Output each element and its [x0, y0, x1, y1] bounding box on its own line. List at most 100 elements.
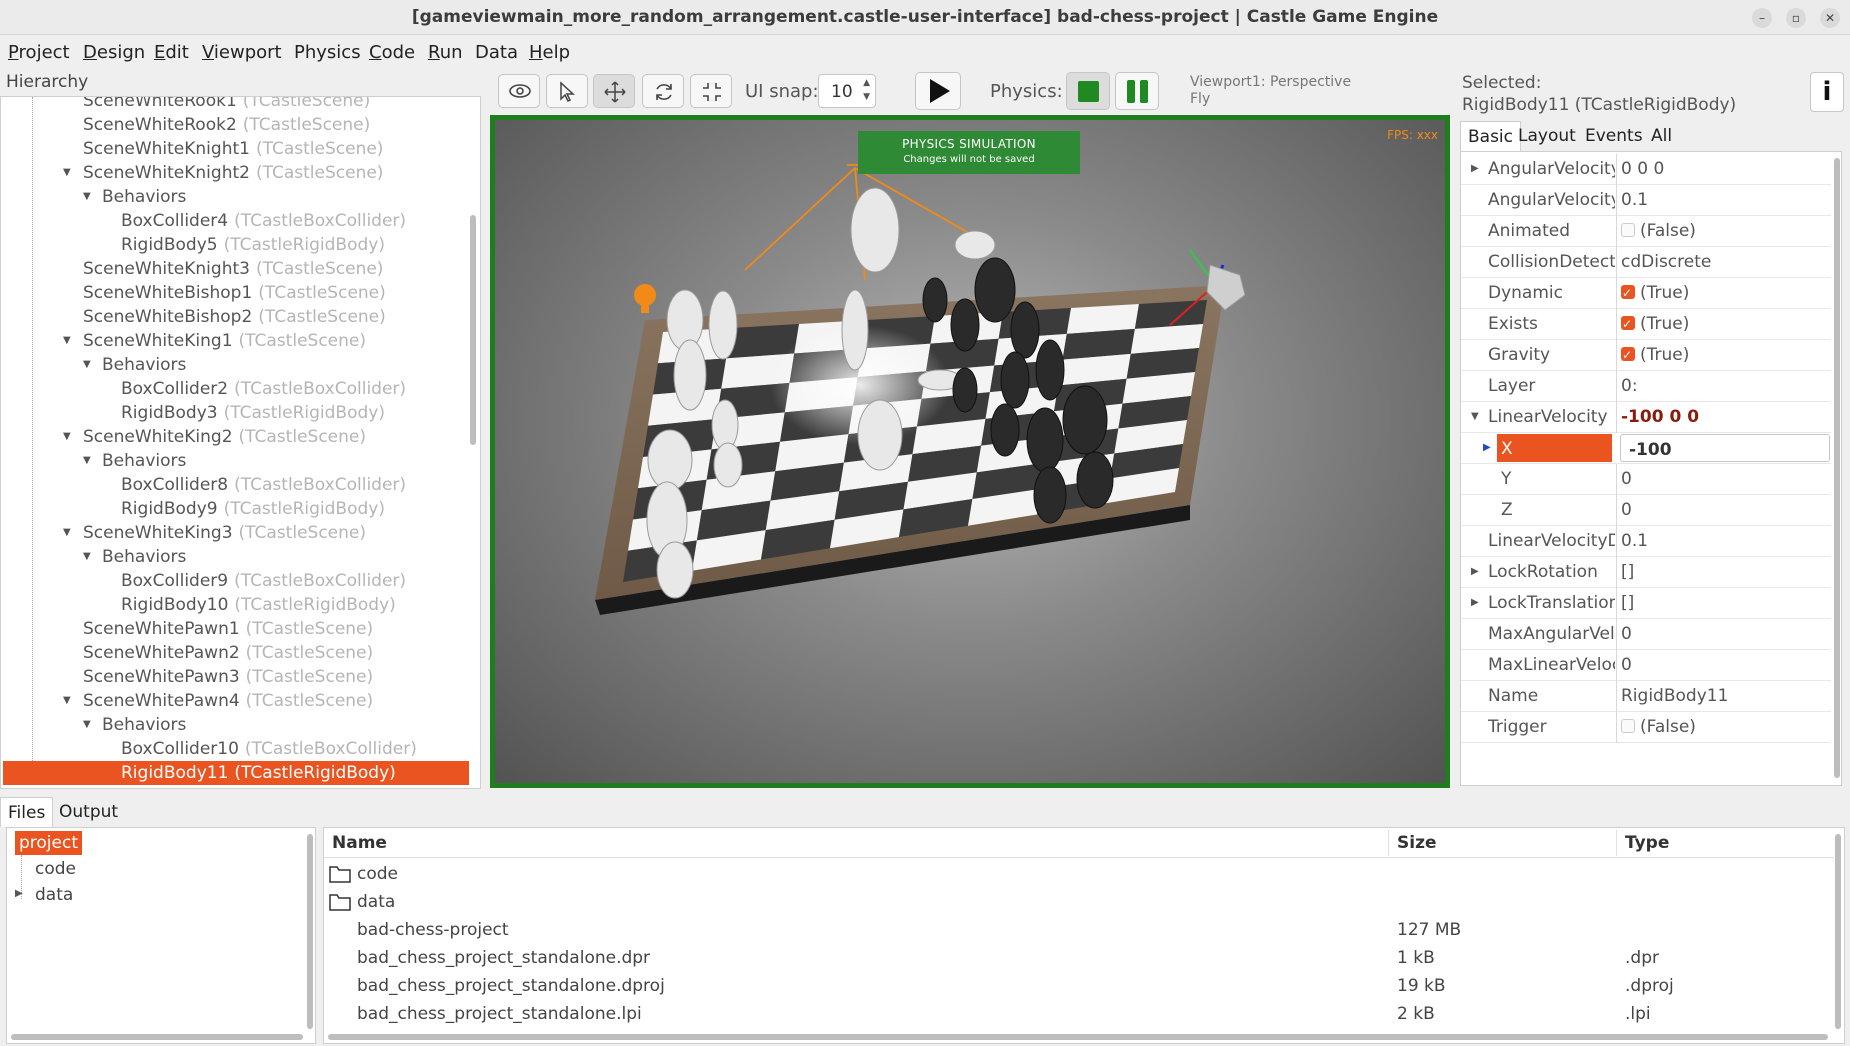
- expand-arrow-icon[interactable]: ▶: [1471, 588, 1479, 618]
- prop-row[interactable]: ▶ LockTranslation []: [1461, 588, 1831, 619]
- project-tree[interactable]: project code ▶ data: [6, 827, 316, 1044]
- tree-row-selected[interactable]: RigidBody11 (TCastleRigidBody): [3, 761, 469, 785]
- tree-row[interactable]: Behaviors: [102, 713, 480, 737]
- checkbox-unchecked[interactable]: [1621, 719, 1635, 733]
- tree-item-data[interactable]: data: [35, 883, 73, 907]
- spin-up-icon[interactable]: ▲: [863, 78, 870, 88]
- tree-row[interactable]: Behaviors: [102, 545, 480, 569]
- file-row[interactable]: bad-chess-project 127 MB: [324, 916, 1834, 944]
- info-button[interactable]: i: [1810, 72, 1844, 112]
- tab-layout[interactable]: Layout: [1511, 121, 1583, 151]
- tree-row[interactable]: Behaviors: [102, 449, 480, 473]
- file-list-hscrollbar[interactable]: [328, 1034, 1828, 1040]
- prop-row[interactable]: ▶ AngularVelocity 0 0 0: [1461, 154, 1831, 185]
- collapse-arrow-icon[interactable]: ▼: [63, 431, 71, 442]
- hierarchy-tree[interactable]: SceneWhiteRook1 (TCastleScene) SceneWhite…: [0, 96, 481, 789]
- tree-row[interactable]: SceneWhitePawn4 (TCastleScene): [83, 689, 480, 713]
- menu-run[interactable]: Run: [428, 42, 463, 63]
- tree-row[interactable]: SceneWhiteRook1 (TCastleScene): [83, 97, 480, 113]
- expand-arrow-icon[interactable]: ▶: [1471, 557, 1479, 587]
- prop-row[interactable]: Z0: [1461, 495, 1831, 526]
- menu-data[interactable]: Data: [475, 42, 518, 63]
- collapse-arrow-icon[interactable]: ▼: [63, 167, 71, 178]
- menu-edit[interactable]: Edit: [154, 42, 189, 63]
- collapse-arrow-icon[interactable]: ▼: [83, 359, 91, 370]
- rotate-mode-button[interactable]: [642, 74, 684, 108]
- tree-row[interactable]: SceneWhiteKing2 (TCastleScene): [83, 425, 480, 449]
- checkbox-checked[interactable]: [1621, 340, 1635, 370]
- tree-row[interactable]: SceneWhitePawn1 (TCastleScene): [83, 617, 480, 641]
- tree-row[interactable]: SceneWhiteKnight2 (TCastleScene): [83, 161, 480, 185]
- collapse-arrow-icon[interactable]: ▼: [63, 695, 71, 706]
- menu-help[interactable]: Help: [529, 42, 570, 63]
- tree-row[interactable]: SceneWhiteRook2 (TCastleScene): [83, 113, 480, 137]
- hierarchy-scrollbar[interactable]: [470, 215, 476, 445]
- 3d-viewport[interactable]: PHYSICS SIMULATION Changes will not be s…: [490, 115, 1450, 788]
- collapse-arrow-icon[interactable]: ▼: [63, 527, 71, 538]
- file-row[interactable]: bad_chess_project_standalone.lpi 2 kB .l…: [324, 1000, 1834, 1028]
- tree-row[interactable]: RigidBody5 (TCastleRigidBody): [121, 233, 480, 257]
- expand-arrow-icon[interactable]: ▶: [15, 888, 23, 899]
- collapse-arrow-icon[interactable]: ▼: [63, 335, 71, 346]
- play-button[interactable]: [915, 72, 961, 110]
- tree-row[interactable]: BoxCollider9 (TCastleBoxCollider): [121, 569, 480, 593]
- tree-row[interactable]: RigidBody10 (TCastleRigidBody): [121, 593, 480, 617]
- file-row[interactable]: code: [324, 860, 1834, 888]
- tree-row[interactable]: SceneWhiteKnight1 (TCastleScene): [83, 137, 480, 161]
- column-type[interactable]: Type: [1625, 833, 1669, 853]
- tab-events[interactable]: Events: [1578, 121, 1650, 151]
- collapse-arrow-icon[interactable]: ▼: [83, 719, 91, 730]
- tree-row[interactable]: SceneWhitePawn3 (TCastleScene): [83, 665, 480, 689]
- tree-row[interactable]: BoxCollider8 (TCastleBoxCollider): [121, 473, 480, 497]
- tree-row[interactable]: Behaviors: [102, 353, 480, 377]
- menu-physics[interactable]: Physics: [294, 42, 361, 63]
- tree-row[interactable]: RigidBody9 (TCastleRigidBody): [121, 497, 480, 521]
- physics-pause-button[interactable]: [1115, 72, 1159, 110]
- select-mode-button[interactable]: [546, 74, 588, 108]
- collapse-arrow-icon[interactable]: ▼: [83, 191, 91, 202]
- tree-hscrollbar[interactable]: [11, 1034, 303, 1040]
- column-name[interactable]: Name: [332, 833, 387, 853]
- file-row[interactable]: data: [324, 888, 1834, 916]
- prop-row[interactable]: Gravity (True): [1461, 340, 1831, 371]
- prop-row[interactable]: ▼ LinearVelocity -100 0 0: [1461, 402, 1831, 433]
- tree-row[interactable]: SceneWhiteBishop2 (TCastleScene): [83, 305, 480, 329]
- tree-row[interactable]: SceneWhiteKing3 (TCastleScene): [83, 521, 480, 545]
- tree-row[interactable]: SceneWhitePawn2 (TCastleScene): [83, 641, 480, 665]
- translate-mode-button[interactable]: [593, 74, 635, 108]
- prop-value-editor[interactable]: -100: [1620, 434, 1830, 462]
- tree-item-code[interactable]: code: [35, 857, 76, 881]
- tree-item-project[interactable]: project: [15, 831, 83, 855]
- column-size[interactable]: Size: [1397, 833, 1437, 853]
- physics-stop-button[interactable]: [1066, 72, 1110, 110]
- tab-files[interactable]: Files: [0, 797, 54, 827]
- close-button[interactable]: ✕: [1820, 8, 1840, 28]
- prop-row[interactable]: ▶ LockRotation []: [1461, 557, 1831, 588]
- prop-row[interactable]: Layer 0:: [1461, 371, 1831, 402]
- prop-row[interactable]: Name RigidBody11: [1461, 681, 1831, 712]
- spin-down-icon[interactable]: ▼: [863, 92, 870, 102]
- collapse-arrow-icon[interactable]: ▼: [83, 455, 91, 466]
- minimize-button[interactable]: –: [1752, 8, 1772, 28]
- scale-mode-button[interactable]: [690, 74, 732, 108]
- file-list-vscrollbar[interactable]: [1835, 834, 1841, 1029]
- property-scrollbar[interactable]: [1834, 158, 1840, 778]
- checkbox-checked[interactable]: [1621, 278, 1635, 308]
- tree-row[interactable]: BoxCollider2 (TCastleBoxCollider): [121, 377, 480, 401]
- file-row[interactable]: bad_chess_project_standalone.dproj 19 kB…: [324, 972, 1834, 1000]
- tree-row[interactable]: BoxCollider4 (TCastleBoxCollider): [121, 209, 480, 233]
- tab-output[interactable]: Output: [52, 797, 125, 827]
- tree-row[interactable]: BoxCollider10 (TCastleBoxCollider): [121, 737, 480, 761]
- collapse-arrow-icon[interactable]: ▼: [1471, 402, 1479, 432]
- tree-row[interactable]: SceneWhiteBishop1 (TCastleScene): [83, 281, 480, 305]
- prop-row[interactable]: Dynamic (True): [1461, 278, 1831, 309]
- tab-all[interactable]: All: [1644, 121, 1679, 151]
- prop-row-selected[interactable]: ▶ X -100: [1461, 433, 1831, 464]
- menu-design[interactable]: Design: [83, 42, 145, 63]
- tree-row[interactable]: RigidBody3 (TCastleRigidBody): [121, 401, 480, 425]
- checkbox-checked[interactable]: [1621, 309, 1635, 339]
- prop-row[interactable]: MaxAngularVelocity 0: [1461, 619, 1831, 650]
- prop-row[interactable]: CollisionDetection cdDiscrete: [1461, 247, 1831, 278]
- tree-row[interactable]: Behaviors: [102, 185, 480, 209]
- maximize-button[interactable]: ▫: [1786, 8, 1806, 28]
